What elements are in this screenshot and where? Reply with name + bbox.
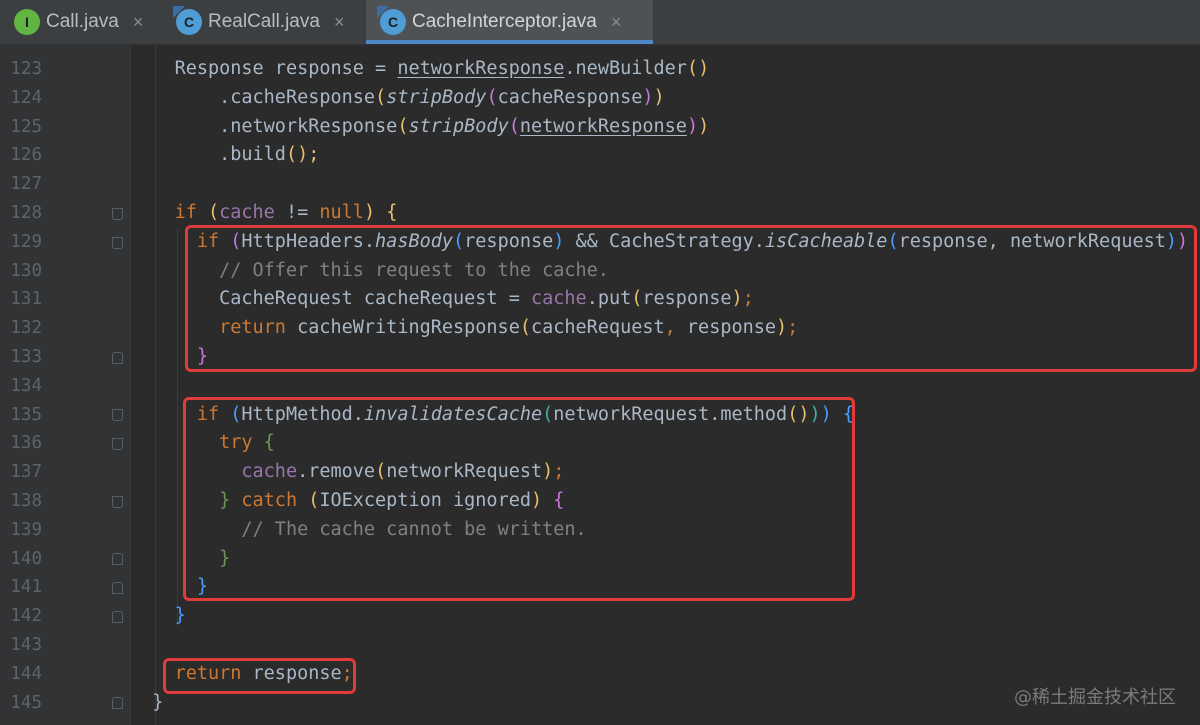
code-token: stripBody — [408, 115, 509, 137]
fold-toggle-icon[interactable] — [112, 438, 123, 450]
code-token: ( — [375, 86, 387, 108]
editor-tab-bar: I Call.java × C RealCall.java × C CacheI… — [0, 0, 1200, 45]
code-token: ( — [196, 202, 220, 223]
code-token: newBuilder — [575, 58, 687, 79]
code-token: . — [219, 86, 231, 108]
line-number: 136 — [10, 433, 42, 454]
close-icon[interactable]: × — [611, 12, 622, 33]
tab-label: RealCall.java — [208, 11, 320, 32]
line-number: 135 — [10, 404, 42, 425]
fold-toggle-icon[interactable] — [112, 237, 123, 249]
line-number: 131 — [10, 289, 42, 310]
code-token: (); — [285, 144, 320, 166]
code-line-142[interactable]: } — [130, 602, 186, 631]
line-number: 126 — [10, 145, 42, 166]
tab-label: Call.java — [46, 11, 119, 32]
fold-toggle-icon[interactable] — [112, 611, 123, 623]
code-token: Response response = — [174, 58, 398, 79]
line-number: 129 — [10, 231, 42, 252]
line-number: 140 — [10, 548, 42, 569]
code-line-128[interactable]: if (cache != null) { — [130, 199, 398, 228]
code-token: ( — [397, 115, 409, 137]
fold-toggle-icon[interactable] — [112, 208, 123, 220]
line-number: 144 — [10, 663, 42, 684]
code-line-125[interactable]: .networkResponse(stripBody(networkRespon… — [130, 113, 709, 142]
code-token: networkResponse — [519, 115, 687, 137]
class-icon: C — [380, 9, 406, 35]
fold-toggle-icon[interactable] — [112, 352, 123, 364]
code-token: stripBody — [386, 86, 487, 108]
code-token: . — [564, 58, 576, 79]
tab-cacheinterceptor-java[interactable]: C CacheInterceptor.java × — [366, 0, 653, 44]
code-token: networkResponse — [230, 115, 398, 137]
tab-realcall-java[interactable]: C RealCall.java × — [162, 0, 366, 44]
line-number: 139 — [10, 519, 42, 540]
code-token: } — [152, 691, 164, 713]
code-line-123[interactable]: Response response = networkResponse.newB… — [130, 55, 710, 84]
code-token: null — [319, 202, 364, 223]
line-number: 145 — [10, 692, 42, 713]
code-token: ) — [642, 86, 654, 108]
fold-toggle-icon[interactable] — [112, 697, 123, 709]
watermark: @稀土掘金技术社区 — [1014, 687, 1176, 708]
code-token: ( — [508, 115, 520, 137]
line-number: 143 — [10, 635, 42, 655]
line-number: 123 — [10, 59, 42, 79]
line-number: 138 — [10, 491, 42, 511]
line-number: 141 — [10, 577, 42, 598]
fold-toggle-icon[interactable] — [112, 582, 123, 594]
line-number: 125 — [10, 116, 42, 137]
line-number: 127 — [10, 174, 42, 195]
close-icon[interactable]: × — [334, 12, 345, 33]
code-token: networkResponse — [397, 58, 565, 79]
line-number: 132 — [10, 318, 42, 339]
code-token: . — [219, 115, 231, 137]
line-number: 133 — [10, 347, 42, 367]
close-icon[interactable]: × — [133, 12, 144, 33]
code-token: cacheResponse — [497, 86, 643, 108]
line-number: 128 — [10, 203, 42, 223]
line-number: 130 — [10, 260, 42, 281]
code-token: ) — [686, 115, 699, 137]
code-line-145[interactable]: } — [130, 689, 163, 718]
highlight-box-return-response — [163, 658, 356, 694]
code-token: ) — [698, 115, 710, 137]
code-token: if — [174, 202, 197, 223]
line-number: 137 — [10, 462, 42, 483]
code-token: . — [219, 144, 231, 166]
fold-toggle-icon[interactable] — [112, 553, 123, 565]
line-number: 142 — [10, 606, 42, 627]
tab-label: CacheInterceptor.java — [412, 11, 597, 32]
line-number: 124 — [10, 87, 42, 108]
line-number: 134 — [10, 375, 42, 396]
interface-icon: I — [14, 9, 40, 35]
code-token: ) — [653, 86, 665, 108]
tab-call-java[interactable]: I Call.java × — [0, 0, 162, 44]
code-token: cache — [219, 202, 275, 223]
code-line-126[interactable]: .build(); — [130, 141, 319, 170]
code-token: () — [686, 58, 710, 79]
code-token: != — [274, 202, 320, 223]
code-token: } — [174, 605, 186, 627]
code-editor[interactable]: 123 124 125 126 127 128 129 130 131 132 … — [0, 45, 1200, 725]
code-line-124[interactable]: .cacheResponse(stripBody(cacheResponse)) — [130, 84, 665, 113]
fold-toggle-icon[interactable] — [112, 496, 123, 508]
fold-toggle-icon[interactable] — [112, 409, 123, 421]
highlight-box-invalidate-cache — [183, 397, 855, 601]
class-icon: C — [176, 9, 202, 35]
code-token: build — [230, 144, 286, 166]
highlight-box-cache-put — [185, 225, 1197, 372]
code-token: ) { — [363, 202, 398, 223]
code-token: cacheResponse — [230, 86, 376, 108]
code-token: ( — [486, 86, 498, 108]
